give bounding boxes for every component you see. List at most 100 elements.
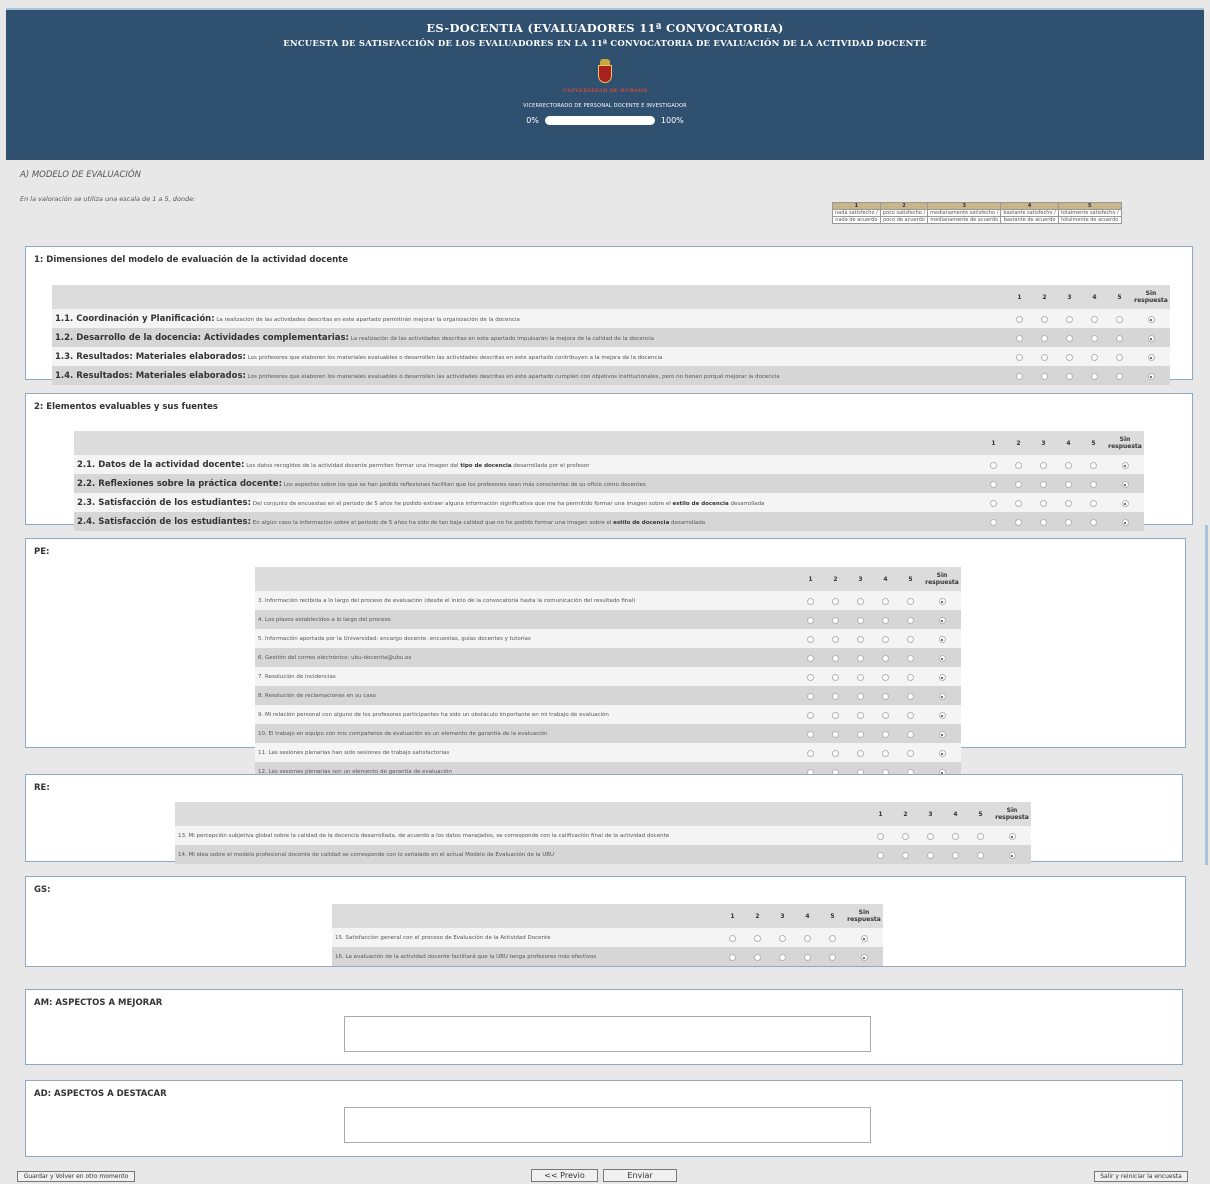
radio-sin-respuesta[interactable] bbox=[1147, 373, 1155, 380]
radio-option-5[interactable] bbox=[907, 712, 914, 719]
radio-option-1[interactable] bbox=[807, 731, 814, 738]
radio-option-5[interactable] bbox=[1116, 354, 1123, 361]
aspectos-mejorar-textarea[interactable] bbox=[344, 1016, 871, 1052]
radio-option-5[interactable] bbox=[1090, 462, 1097, 469]
radio-option-3[interactable] bbox=[857, 636, 864, 643]
exit-reset-button[interactable]: Salir y reiniciar la encuesta bbox=[1094, 1171, 1188, 1182]
radio-option-2[interactable] bbox=[1041, 354, 1048, 361]
radio-option-3[interactable] bbox=[1066, 373, 1073, 380]
radio-option-1[interactable] bbox=[807, 693, 814, 700]
radio-option-5[interactable] bbox=[1116, 373, 1123, 380]
radio-option-1[interactable] bbox=[807, 674, 814, 681]
radio-option-5[interactable] bbox=[1116, 335, 1123, 342]
radio-option-2[interactable] bbox=[1041, 335, 1048, 342]
radio-option-2[interactable] bbox=[832, 693, 839, 700]
radio-option-2[interactable] bbox=[1015, 500, 1022, 507]
radio-sin-respuesta[interactable] bbox=[938, 598, 946, 605]
radio-option-3[interactable] bbox=[1040, 481, 1047, 488]
radio-option-5[interactable] bbox=[907, 655, 914, 662]
radio-option-4[interactable] bbox=[882, 712, 889, 719]
radio-sin-respuesta[interactable] bbox=[938, 674, 946, 681]
radio-option-3[interactable] bbox=[857, 693, 864, 700]
radio-sin-respuesta[interactable] bbox=[938, 750, 946, 757]
radio-option-5[interactable] bbox=[1090, 500, 1097, 507]
radio-option-4[interactable] bbox=[882, 655, 889, 662]
radio-option-4[interactable] bbox=[1091, 316, 1098, 323]
radio-option-3[interactable] bbox=[857, 655, 864, 662]
previous-button[interactable]: << Previo bbox=[531, 1169, 598, 1182]
radio-option-4[interactable] bbox=[882, 693, 889, 700]
radio-sin-respuesta[interactable] bbox=[938, 731, 946, 738]
radio-option-3[interactable] bbox=[1066, 316, 1073, 323]
radio-option-5[interactable] bbox=[907, 617, 914, 624]
radio-sin-respuesta[interactable] bbox=[1008, 833, 1016, 840]
radio-option-5[interactable] bbox=[907, 636, 914, 643]
radio-option-1[interactable] bbox=[1016, 373, 1023, 380]
radio-option-3[interactable] bbox=[1040, 519, 1047, 526]
radio-option-1[interactable] bbox=[1016, 335, 1023, 342]
radio-option-5[interactable] bbox=[977, 852, 984, 859]
radio-option-3[interactable] bbox=[857, 750, 864, 757]
radio-sin-respuesta[interactable] bbox=[1147, 335, 1155, 342]
radio-option-3[interactable] bbox=[1066, 335, 1073, 342]
radio-option-4[interactable] bbox=[1091, 335, 1098, 342]
radio-option-5[interactable] bbox=[1090, 481, 1097, 488]
radio-option-4[interactable] bbox=[804, 954, 811, 961]
radio-option-2[interactable] bbox=[832, 731, 839, 738]
radio-sin-respuesta[interactable] bbox=[1008, 852, 1016, 859]
radio-option-2[interactable] bbox=[754, 954, 761, 961]
send-button[interactable]: Enviar bbox=[603, 1169, 677, 1182]
radio-option-3[interactable] bbox=[1040, 500, 1047, 507]
radio-option-2[interactable] bbox=[754, 935, 761, 942]
radio-option-5[interactable] bbox=[907, 693, 914, 700]
radio-option-2[interactable] bbox=[832, 655, 839, 662]
radio-option-3[interactable] bbox=[857, 598, 864, 605]
radio-option-5[interactable] bbox=[829, 935, 836, 942]
aspectos-destacar-textarea[interactable] bbox=[344, 1107, 871, 1143]
radio-option-3[interactable] bbox=[857, 674, 864, 681]
radio-option-1[interactable] bbox=[807, 655, 814, 662]
radio-option-1[interactable] bbox=[807, 636, 814, 643]
radio-option-2[interactable] bbox=[832, 636, 839, 643]
radio-sin-respuesta[interactable] bbox=[1121, 462, 1129, 469]
radio-option-1[interactable] bbox=[807, 712, 814, 719]
radio-option-4[interactable] bbox=[1065, 462, 1072, 469]
radio-option-2[interactable] bbox=[1041, 373, 1048, 380]
radio-option-5[interactable] bbox=[907, 598, 914, 605]
radio-option-2[interactable] bbox=[1015, 481, 1022, 488]
radio-option-2[interactable] bbox=[832, 750, 839, 757]
radio-sin-respuesta[interactable] bbox=[1147, 316, 1155, 323]
radio-option-4[interactable] bbox=[1065, 500, 1072, 507]
radio-option-2[interactable] bbox=[1015, 519, 1022, 526]
radio-option-3[interactable] bbox=[927, 833, 934, 840]
radio-option-4[interactable] bbox=[882, 598, 889, 605]
radio-option-4[interactable] bbox=[882, 731, 889, 738]
radio-option-1[interactable] bbox=[1016, 316, 1023, 323]
radio-option-1[interactable] bbox=[807, 598, 814, 605]
radio-option-4[interactable] bbox=[1065, 519, 1072, 526]
radio-option-4[interactable] bbox=[882, 636, 889, 643]
radio-option-2[interactable] bbox=[832, 674, 839, 681]
radio-option-1[interactable] bbox=[877, 833, 884, 840]
radio-option-4[interactable] bbox=[1091, 354, 1098, 361]
radio-option-2[interactable] bbox=[1041, 316, 1048, 323]
radio-option-4[interactable] bbox=[952, 833, 959, 840]
radio-option-1[interactable] bbox=[729, 954, 736, 961]
radio-option-5[interactable] bbox=[977, 833, 984, 840]
radio-option-2[interactable] bbox=[1015, 462, 1022, 469]
radio-sin-respuesta[interactable] bbox=[1147, 354, 1155, 361]
radio-sin-respuesta[interactable] bbox=[860, 935, 868, 942]
radio-option-5[interactable] bbox=[829, 954, 836, 961]
radio-option-5[interactable] bbox=[1090, 519, 1097, 526]
radio-option-2[interactable] bbox=[902, 833, 909, 840]
radio-option-1[interactable] bbox=[807, 617, 814, 624]
radio-option-5[interactable] bbox=[907, 731, 914, 738]
radio-option-1[interactable] bbox=[990, 462, 997, 469]
radio-option-4[interactable] bbox=[882, 674, 889, 681]
radio-option-4[interactable] bbox=[1065, 481, 1072, 488]
radio-option-2[interactable] bbox=[902, 852, 909, 859]
radio-option-5[interactable] bbox=[907, 674, 914, 681]
radio-option-2[interactable] bbox=[832, 598, 839, 605]
radio-option-1[interactable] bbox=[729, 935, 736, 942]
radio-option-3[interactable] bbox=[857, 731, 864, 738]
